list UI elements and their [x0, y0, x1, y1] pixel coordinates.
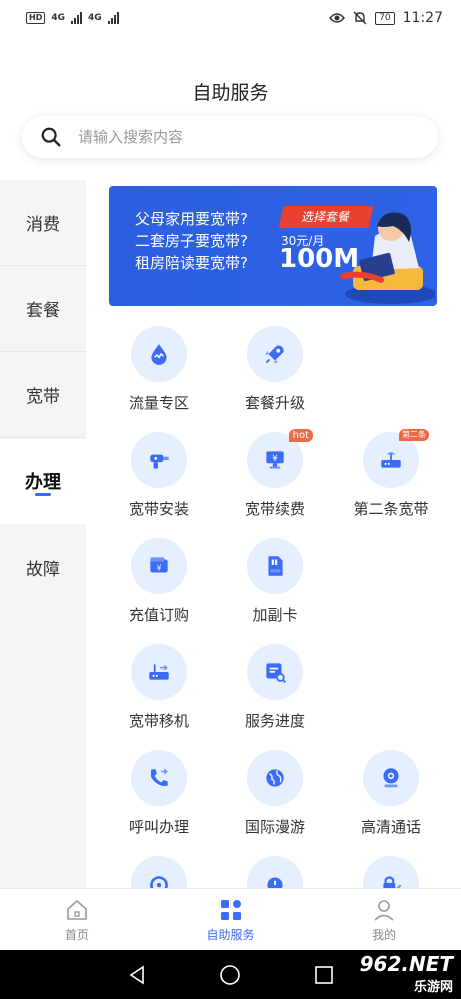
service-tile[interactable]: 宽带安装 — [101, 432, 217, 532]
service-tile[interactable]: 服务进度 — [217, 644, 333, 744]
lock-edit-icon — [363, 856, 419, 888]
main-content: 父母家用要宽带? 二套房子要宽带? 租房陪读要宽带? 选择套餐 30元/月 10… — [86, 180, 461, 888]
banner-line: 父母家用要宽带? — [135, 210, 248, 228]
service-label: 第二条宽带 — [353, 500, 429, 518]
tab-label: 自助服务 — [206, 927, 255, 942]
service-tile[interactable]: ¥ 充值订购 — [101, 538, 217, 638]
rocket-icon — [247, 326, 303, 382]
second-line-badge: 第二条 — [399, 429, 429, 441]
service-label: 宽带移机 — [128, 712, 189, 730]
page-title: 自助服务 — [192, 82, 269, 104]
network-type-1: 4G — [51, 13, 65, 23]
tab-mine[interactable]: 我的 — [307, 889, 461, 950]
home-icon — [67, 899, 87, 920]
search-input[interactable] — [78, 128, 398, 146]
search-bar[interactable] — [22, 116, 438, 158]
mute-bell-icon — [353, 11, 367, 25]
service-tile[interactable]: ¥ hot 宽带续费 — [217, 429, 333, 532]
service-tile[interactable]: 宽带移机 — [101, 644, 217, 744]
sidebar-item-consumption[interactable]: 消费 — [0, 180, 86, 266]
service-tile[interactable]: 流量专区 — [101, 326, 217, 426]
service-tile[interactable] — [217, 856, 333, 888]
banner-line: 租房陪读要宽带? — [135, 254, 248, 272]
sidebar-item-broadband[interactable]: 宽带 — [0, 352, 86, 438]
service-label: 充值订购 — [128, 606, 189, 624]
sidebar-item-handle[interactable]: 办理 — [0, 438, 86, 524]
eye-icon — [329, 13, 346, 23]
grid-icon — [220, 899, 241, 920]
webcam-icon — [363, 750, 419, 806]
service-tile[interactable]: 高清通话 — [333, 750, 449, 850]
wallet-icon: ¥ — [131, 538, 187, 594]
recents-icon[interactable] — [313, 964, 335, 986]
status-right: 70 11:27 — [329, 10, 443, 26]
banner-line: 二套房子要宽带? — [135, 232, 248, 250]
tab-self-service[interactable]: 自助服务 — [154, 889, 308, 950]
sidebar-item-fault[interactable]: 故障 — [0, 524, 86, 610]
bottom-tab-bar: 首页 自助服务 我的 — [0, 888, 461, 950]
service-label: 宽带安装 — [128, 500, 189, 518]
clock: 11:27 — [402, 10, 443, 26]
service-label: 套餐升级 — [244, 394, 305, 412]
svg-text:¥: ¥ — [157, 563, 162, 572]
sidebar-item-package[interactable]: 套餐 — [0, 266, 86, 352]
router-move-icon — [131, 644, 187, 700]
signal-icon-2 — [107, 12, 119, 24]
watermark-logo: 962.NET 乐游网 — [360, 952, 453, 995]
service-tile[interactable] — [101, 856, 217, 888]
hot-badge: hot — [288, 429, 313, 442]
service-label: 宽带续费 — [244, 500, 305, 518]
tab-label: 首页 — [64, 927, 89, 942]
category-sidebar: 消费 套餐 宽带 办理 故障 — [0, 180, 86, 888]
service-label: 呼叫办理 — [128, 818, 189, 836]
service-label: 国际漫游 — [244, 818, 305, 836]
service-label: 流量专区 — [128, 394, 189, 412]
banner-text: 父母家用要宽带? 二套房子要宽带? 租房陪读要宽带? — [135, 208, 248, 274]
service-tile[interactable]: 第二条 第二条宽带 — [333, 429, 449, 532]
home-circle-icon[interactable] — [219, 964, 241, 986]
back-icon[interactable] — [126, 964, 148, 986]
router-icon: 第二条 — [363, 429, 429, 488]
tab-home[interactable]: 首页 — [0, 889, 154, 950]
battery-icon: 70 — [375, 11, 395, 25]
monitor-yen-icon: ¥ hot — [247, 429, 313, 488]
search-icon — [41, 127, 61, 147]
service-tile[interactable]: 呼叫办理 — [101, 750, 217, 850]
tab-label: 我的 — [372, 927, 397, 942]
watermark-brand: 962.NET — [359, 952, 453, 976]
service-label: 服务进度 — [244, 712, 305, 730]
watermark-sub: 乐游网 — [413, 980, 453, 995]
globe-icon — [247, 750, 303, 806]
service-tile[interactable] — [333, 856, 449, 888]
power-icon — [247, 856, 303, 888]
service-tile[interactable]: 国际漫游 — [217, 750, 333, 850]
water-drop-icon — [131, 326, 187, 382]
speed-icon — [131, 856, 187, 888]
user-icon — [374, 899, 394, 921]
hd-badge: HD — [26, 12, 46, 24]
service-tile[interactable]: 加副卡 — [217, 538, 333, 638]
phone-icon — [131, 750, 187, 806]
progress-search-icon — [247, 644, 303, 700]
woman-laptop-illustration — [340, 212, 435, 304]
service-label: 加副卡 — [252, 606, 298, 624]
status-left: HD 4G 4G — [26, 12, 119, 24]
service-tile[interactable]: 套餐升级 — [217, 326, 333, 426]
sim-card-icon — [247, 538, 303, 594]
drill-icon — [131, 432, 187, 488]
status-bar: HD 4G 4G 70 11:27 — [0, 0, 461, 36]
network-type-2: 4G — [88, 13, 102, 23]
promo-banner[interactable]: 父母家用要宽带? 二套房子要宽带? 租房陪读要宽带? 选择套餐 30元/月 10… — [109, 186, 437, 306]
svg-text:¥: ¥ — [272, 454, 278, 464]
service-label: 高清通话 — [360, 818, 421, 836]
signal-icon — [71, 12, 82, 24]
